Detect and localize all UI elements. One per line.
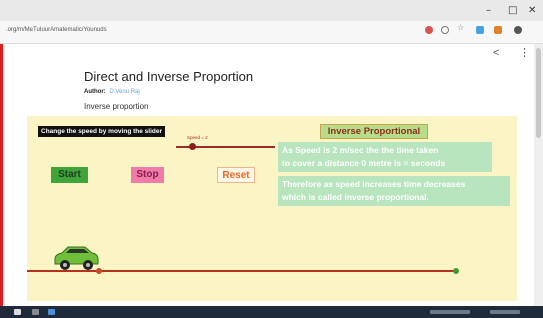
page-title: Direct and Inverse Proportion xyxy=(84,69,254,84)
author-label: Author: xyxy=(84,89,106,95)
road-line xyxy=(27,270,458,272)
extension-icon-2[interactable] xyxy=(476,26,484,34)
reset-button[interactable]: Reset xyxy=(217,167,255,183)
speed-time-line-2: to cover a distance 0 metre is = seconds xyxy=(282,158,446,168)
address-bar[interactable]: .org/m/MeTuIuurAmatematic/Younuds ☆ xyxy=(0,21,543,44)
search-icon[interactable] xyxy=(32,309,39,315)
zoom-icon[interactable] xyxy=(441,26,449,34)
conclusion-line-1: Therefore as speed increases time decrea… xyxy=(282,179,466,189)
minimize-icon[interactable]: – xyxy=(486,5,491,16)
author-name-link[interactable]: D.Venu Raj xyxy=(109,89,139,95)
road-end-point[interactable] xyxy=(453,268,459,274)
slider-value-label: Speed = 2 xyxy=(187,135,208,140)
windows-start-icon[interactable] xyxy=(14,309,21,315)
kebab-menu-icon[interactable]: ⋮ xyxy=(519,46,530,59)
conclusion-message: Therefore as speed increases time decrea… xyxy=(278,176,510,206)
share-icon[interactable]: < xyxy=(493,47,499,59)
speed-slider-handle[interactable] xyxy=(189,143,196,150)
extension-icon-3[interactable] xyxy=(494,26,502,34)
speed-time-message: As Speed is 2 m/sec the the time taken t… xyxy=(278,142,492,172)
scrollbar-thumb[interactable] xyxy=(536,48,541,138)
page-subtitle: Inverse proportion xyxy=(84,102,149,111)
close-icon[interactable]: ✕ xyxy=(528,5,536,16)
url-text[interactable]: .org/m/MeTuIuurAmatematic/Younuds xyxy=(6,27,107,33)
clock-icon[interactable] xyxy=(490,310,520,314)
browser-titlebar: – □ ✕ xyxy=(0,0,543,21)
star-icon[interactable]: ☆ xyxy=(457,23,465,32)
car-position-point[interactable] xyxy=(96,268,102,274)
applet-heading: Inverse Proportional xyxy=(320,124,428,139)
start-button[interactable]: Start xyxy=(51,167,88,183)
profile-avatar-icon[interactable] xyxy=(514,26,522,34)
car-icon xyxy=(54,246,99,270)
extension-icon[interactable] xyxy=(425,26,433,34)
slider-hint: Change the speed by moving the slider xyxy=(38,126,165,137)
author-line: Author: D.Venu Raj xyxy=(84,89,140,95)
conclusion-line-2: which is called inverse proportional. xyxy=(282,192,429,202)
speed-time-line-1: As Speed is 2 m/sec the the time taken xyxy=(282,145,439,155)
system-tray-icons[interactable] xyxy=(430,310,470,314)
chrome-icon[interactable] xyxy=(48,309,55,315)
maximize-icon[interactable]: □ xyxy=(508,5,517,16)
stop-button[interactable]: Stop xyxy=(131,167,164,183)
